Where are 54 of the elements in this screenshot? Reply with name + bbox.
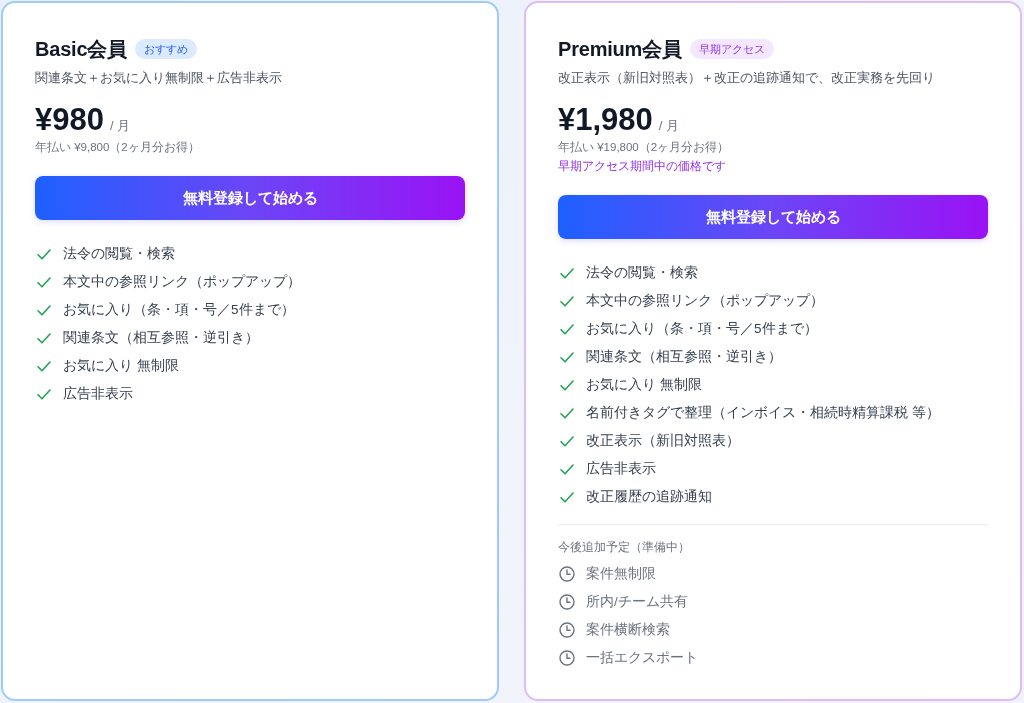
feature-label: 広告非表示 — [63, 385, 133, 403]
feature-label: お気に入り 無制限 — [63, 357, 179, 375]
price-period: / 月 — [658, 117, 680, 135]
check-icon — [560, 351, 574, 363]
feature-label: お気に入り（条・項・号／5件まで） — [586, 320, 818, 338]
feature-label: 広告非表示 — [586, 460, 656, 478]
check-icon — [37, 388, 51, 400]
check-icon — [37, 304, 51, 316]
check-icon — [560, 379, 574, 391]
check-icon — [560, 463, 574, 475]
upcoming-feature-label: 一括エクスポート — [586, 649, 698, 667]
upcoming-feature-label: 案件無制限 — [586, 565, 656, 583]
upcoming-feature-label: 所内/チーム共有 — [586, 593, 688, 611]
feature-label: 法令の閲覧・検索 — [63, 245, 175, 263]
plan-title: Premium会員 — [558, 36, 682, 62]
check-icon — [37, 332, 51, 344]
signup-button[interactable]: 無料登録して始める — [558, 195, 988, 239]
feature-label: お気に入り 無制限 — [586, 376, 702, 394]
plan-description: 改正表示（新旧対照表）＋改正の追跡通知で、改正実務を先回り — [558, 69, 935, 87]
price-amount: ¥980 — [35, 101, 104, 139]
plan-description: 関連条文＋お気に入り無制限＋広告非表示 — [35, 69, 282, 87]
plan-badge: 早期アクセス — [689, 39, 774, 59]
annual-price: 年払い ¥19,800（2ヶ月分お得） — [558, 140, 730, 155]
check-icon — [560, 491, 574, 503]
signup-button[interactable]: 無料登録して始める — [35, 176, 465, 220]
annual-price: 年払い ¥9,800（2ヶ月分お得） — [35, 140, 200, 155]
check-icon — [37, 248, 51, 260]
check-icon — [37, 276, 51, 288]
feature-label: 法令の閲覧・検索 — [586, 264, 698, 282]
feature-label: 本文中の参照リンク（ポップアップ） — [63, 273, 301, 291]
feature-label: 関連条文（相互参照・逆引き） — [63, 329, 259, 347]
clock-icon — [559, 622, 575, 638]
check-icon — [560, 267, 574, 279]
clock-icon — [559, 594, 575, 610]
plan-title: Basic会員 — [35, 36, 127, 62]
upcoming-heading: 今後追加予定（準備中） — [558, 540, 691, 555]
upcoming-feature-label: 案件横断検索 — [586, 621, 670, 639]
feature-label: 改正履歴の追跡通知 — [586, 488, 712, 506]
feature-label: 関連条文（相互参照・逆引き） — [586, 348, 782, 366]
price-amount: ¥1,980 — [558, 101, 653, 139]
feature-label: 本文中の参照リンク（ポップアップ） — [586, 292, 824, 310]
clock-icon — [559, 650, 575, 666]
plan-badge: おすすめ — [135, 39, 197, 59]
check-icon — [37, 360, 51, 372]
check-icon — [560, 295, 574, 307]
clock-icon — [559, 566, 575, 582]
check-icon — [560, 407, 574, 419]
feature-label: 名前付きタグで整理（インボイス・相続時精算課税 等） — [586, 404, 940, 422]
check-icon — [560, 323, 574, 335]
early-access-note: 早期アクセス期間中の価格です — [558, 159, 726, 174]
feature-label: 改正表示（新旧対照表） — [586, 432, 740, 450]
check-icon — [560, 435, 574, 447]
feature-label: お気に入り（条・項・号／5件まで） — [63, 301, 295, 319]
price-period: / 月 — [109, 117, 131, 135]
